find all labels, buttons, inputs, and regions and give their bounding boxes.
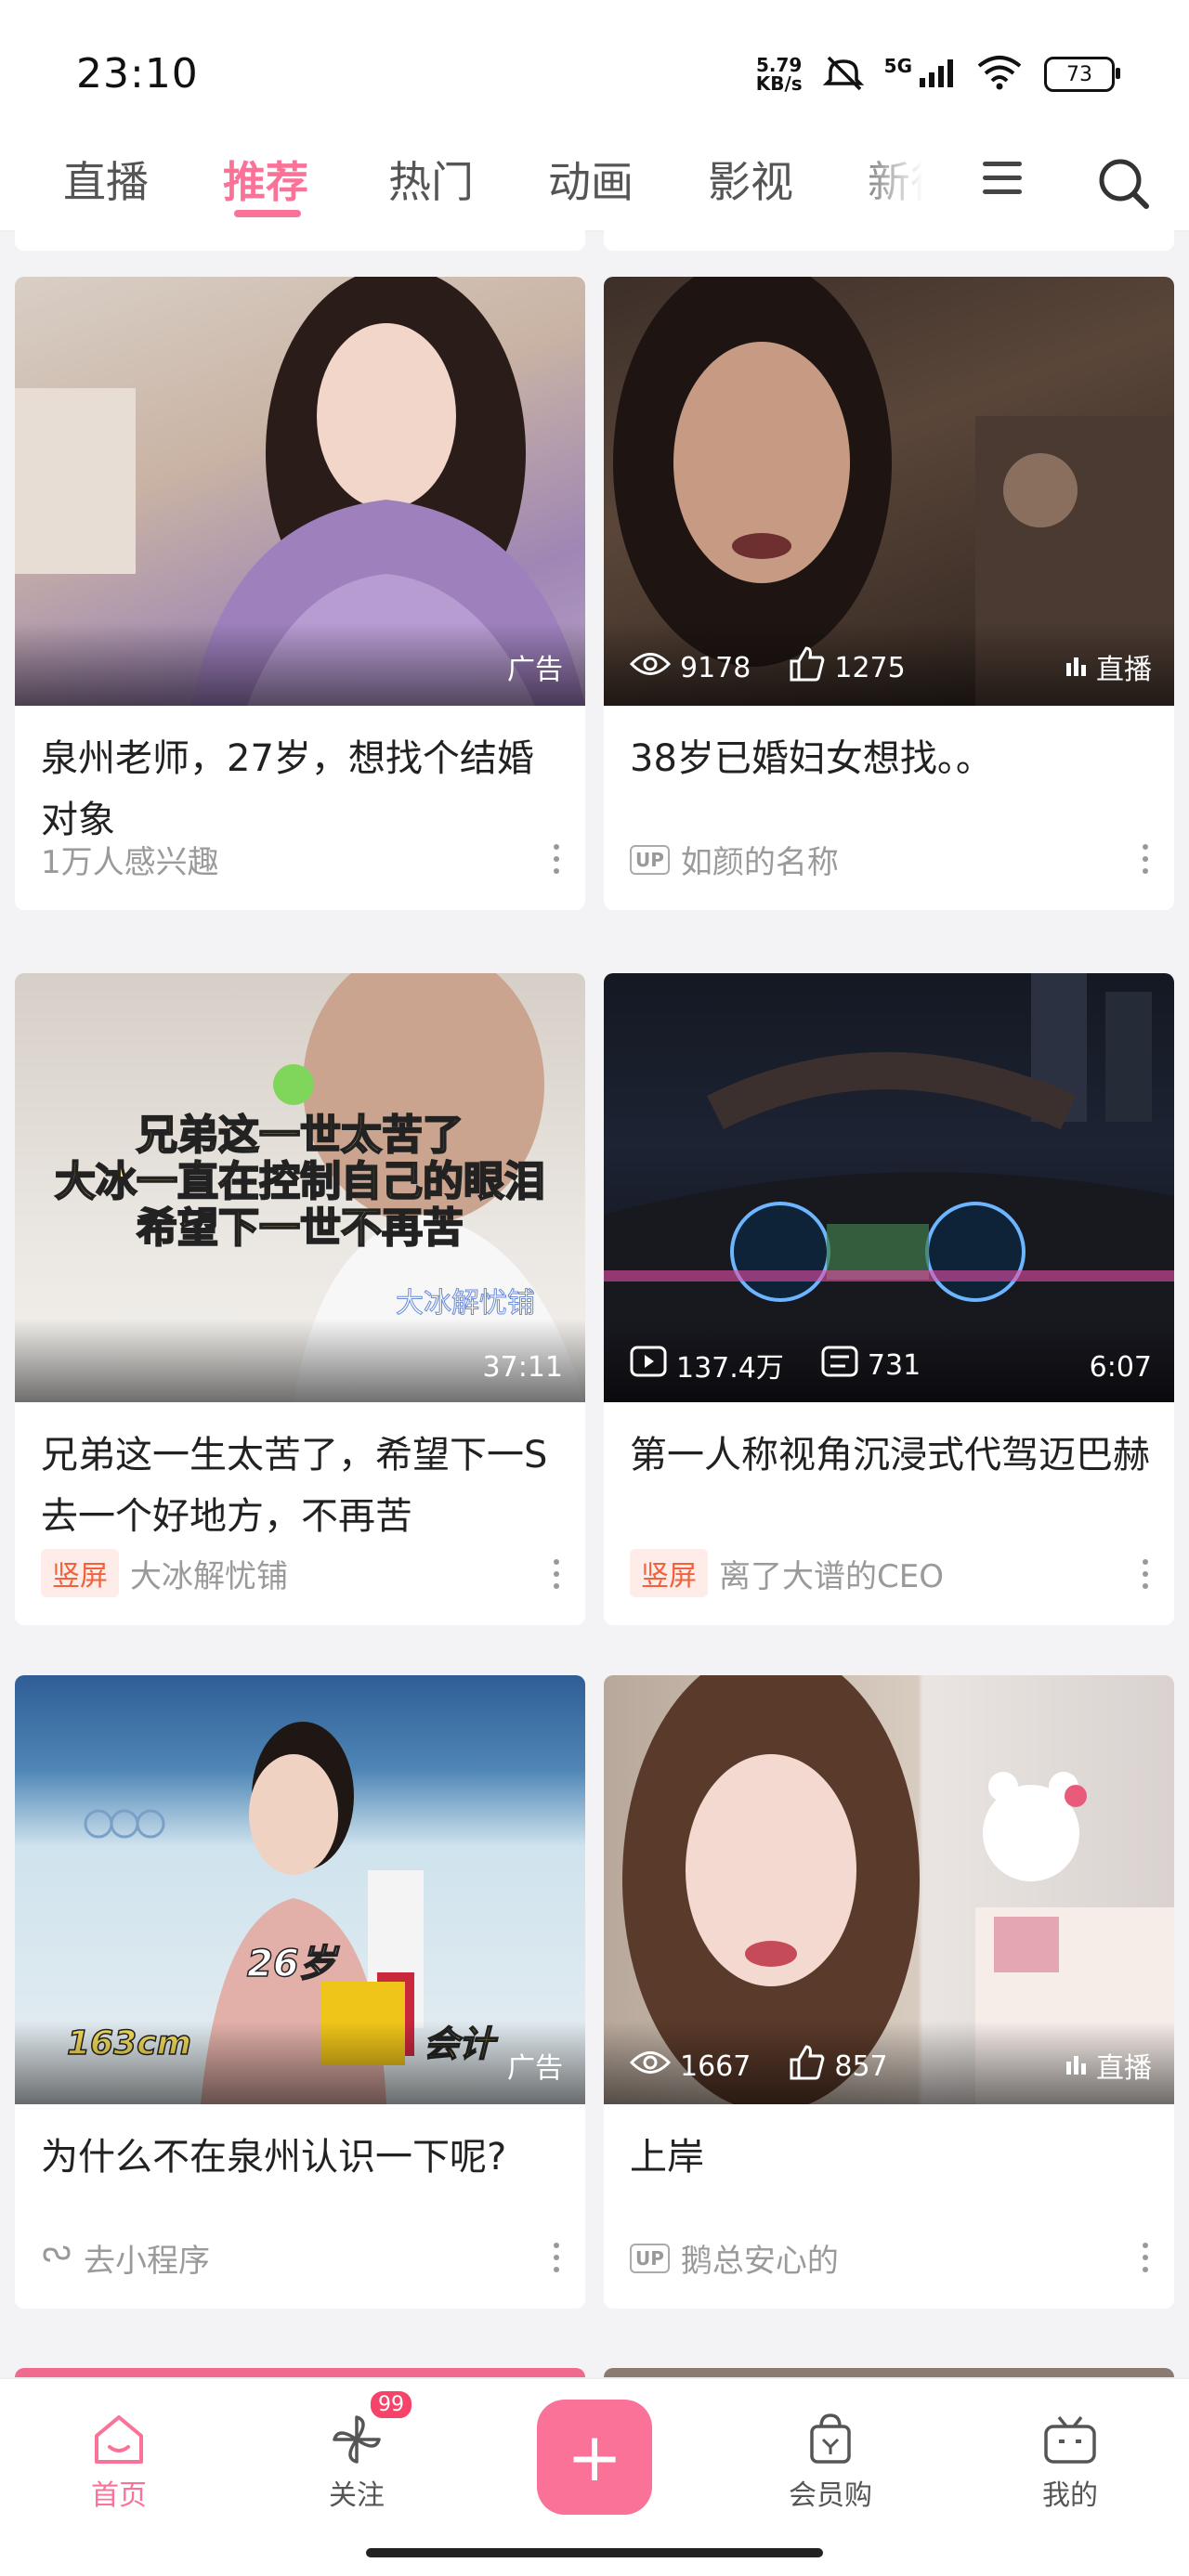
nav-me[interactable]: 我的 <box>1014 2407 1126 2513</box>
card-meta: UP 如颜的名称 <box>630 837 839 882</box>
live-bars-icon <box>1065 2049 1087 2082</box>
shopping-bag-icon <box>775 2407 886 2472</box>
video-card[interactable]: 9178 1275 直播 38岁已婚妇女想找。。 UP 如颜的名称 <box>604 277 1174 910</box>
nav-home[interactable]: 首页 <box>63 2407 175 2513</box>
bottom-navigation: 首页 关注 99 + 会员购 我的 <box>0 2377 1189 2576</box>
category-tabs: 直播 推荐 热门 动画 影视 新征 <box>0 130 1189 232</box>
card-meta: 1万人感兴趣 <box>41 844 219 881</box>
card-meta: UP 鹅总安心的 <box>630 2235 839 2281</box>
network-speed: 5.79 KB/s <box>755 54 803 95</box>
menu-icon[interactable] <box>983 162 1022 203</box>
ad-label: 广告 <box>507 654 563 686</box>
more-options-icon[interactable] <box>1143 844 1148 880</box>
home-indicator[interactable] <box>366 2548 823 2557</box>
video-card[interactable]: 1667 857 直播 上岸 UP 鹅总安心的 <box>604 1675 1174 2309</box>
status-icons: 5.79 KB/s 5G 73 <box>755 54 1120 95</box>
up-badge-icon: UP <box>630 844 670 875</box>
publish-button[interactable]: + <box>537 2400 652 2515</box>
author-name[interactable]: 离了大谱的CEO <box>719 1551 944 1596</box>
overlay-age: 26岁 <box>246 1942 336 1986</box>
author-name[interactable]: 大冰解忧铺 <box>130 1551 288 1596</box>
ad-label: 广告 <box>507 2052 563 2085</box>
vertical-badge: 竖屏 <box>630 1549 708 1597</box>
video-card[interactable]: 26岁 163cm 会计 广告 为什么不在泉州认识一下呢? 去小程序 <box>15 1675 585 2309</box>
tab-recommend[interactable]: 推荐 <box>223 149 308 210</box>
network-type: 5G <box>883 55 912 77</box>
thumbnail[interactable]: 兄弟这一世太苦了 大冰一直在控制自己的眼泪 希望下一世不再苦 大冰解忧铺 37:… <box>15 973 585 1402</box>
card-meta: 竖屏 大冰解忧铺 <box>41 1549 288 1597</box>
thumbnail[interactable]: 137.4万 731 6:07 <box>604 973 1174 1402</box>
duration: 37:11 <box>482 1351 563 1384</box>
video-title[interactable]: 上岸 <box>630 2127 1150 2188</box>
thumbnail[interactable]: 9178 1275 直播 <box>604 277 1174 706</box>
like-icon <box>788 646 825 689</box>
tabs-fade <box>845 130 957 223</box>
watermark: 大冰解忧铺 <box>396 1287 536 1321</box>
video-title[interactable]: 兄弟这一生太苦了，希望下一S去一个好地方，不再苦 <box>41 1425 561 1547</box>
mini-program-link[interactable]: 去小程序 <box>84 2235 210 2281</box>
author-name[interactable]: 如颜的名称 <box>681 837 839 882</box>
active-tab-indicator <box>234 210 301 217</box>
card-meta: 去小程序 <box>41 2235 210 2281</box>
status-bar: 23:10 5.79 KB/s 5G 73 <box>0 0 1189 139</box>
more-options-icon[interactable] <box>554 2243 559 2279</box>
card-meta: 竖屏 离了大谱的CEO <box>630 1549 944 1597</box>
up-badge-icon: UP <box>630 2243 670 2273</box>
thumbnail-gradient <box>15 622 585 706</box>
video-caption: 兄弟这一世太苦了 大冰一直在控制自己的眼泪 希望下一世不再苦 <box>54 1112 546 1253</box>
author-name[interactable]: 鹅总安心的 <box>681 2235 839 2281</box>
nav-shop[interactable]: 会员购 <box>775 2407 886 2513</box>
live-label: 直播 <box>1065 2045 1152 2086</box>
tab-hot[interactable]: 热门 <box>388 149 474 210</box>
video-stats: 137.4万 731 <box>630 1345 945 1386</box>
mini-program-icon <box>41 2238 72 2278</box>
live-label: 直播 <box>1065 646 1152 687</box>
duration: 6:07 <box>1089 1351 1152 1384</box>
tab-movies[interactable]: 影视 <box>708 149 793 210</box>
vertical-badge: 竖屏 <box>41 1549 119 1597</box>
video-card[interactable]: 兄弟这一世太苦了 大冰一直在控制自己的眼泪 希望下一世不再苦 大冰解忧铺 37:… <box>15 973 585 1625</box>
signal-icon <box>918 58 955 91</box>
video-title[interactable]: 第一人称视角沉浸式代驾迈巴赫 <box>630 1425 1150 1486</box>
more-options-icon[interactable] <box>554 1559 559 1595</box>
more-options-icon[interactable] <box>554 844 559 880</box>
prev-card-edge-left <box>15 221 585 251</box>
video-stats: 1667 857 <box>629 2045 912 2088</box>
video-title[interactable]: 38岁已婚妇女想找。。 <box>630 728 1150 789</box>
thumbnail-gradient <box>15 2021 585 2104</box>
thumbnail[interactable]: 广告 <box>15 277 585 706</box>
search-icon[interactable] <box>1096 156 1152 215</box>
video-card[interactable]: 137.4万 731 6:07 第一人称视角沉浸式代驾迈巴赫 竖屏 离了大谱的C… <box>604 973 1174 1625</box>
video-card[interactable]: 广告 泉州老师，27岁，想找个结婚对象 1万人感兴趣 <box>15 277 585 910</box>
more-options-icon[interactable] <box>1143 1559 1148 1595</box>
thumbnail[interactable]: 26岁 163cm 会计 广告 <box>15 1675 585 2104</box>
wifi-icon <box>975 55 1024 94</box>
tab-anime[interactable]: 动画 <box>548 149 634 210</box>
live-bars-icon <box>1065 651 1087 683</box>
battery-icon: 73 <box>1044 57 1120 92</box>
thumbnail[interactable]: 1667 857 直播 <box>604 1675 1174 2112</box>
play-count-icon <box>630 1346 667 1385</box>
clock: 23:10 <box>76 50 199 98</box>
video-stats: 9178 1275 <box>629 646 930 689</box>
danmaku-icon <box>821 1346 858 1385</box>
views-icon <box>629 650 672 685</box>
home-icon <box>63 2407 175 2472</box>
mute-icon <box>822 54 864 95</box>
video-title[interactable]: 泉州老师，27岁，想找个结婚对象 <box>41 728 561 851</box>
video-title[interactable]: 为什么不在泉州认识一下呢? <box>41 2127 561 2188</box>
more-options-icon[interactable] <box>1143 2243 1148 2279</box>
tv-icon <box>1014 2407 1126 2472</box>
views-icon <box>629 2049 672 2084</box>
nav-follow[interactable]: 关注 <box>301 2407 412 2513</box>
follow-badge: 99 <box>368 2388 414 2421</box>
like-icon <box>788 2045 825 2088</box>
prev-card-edge-right <box>604 221 1174 251</box>
tab-live[interactable]: 直播 <box>63 149 149 210</box>
